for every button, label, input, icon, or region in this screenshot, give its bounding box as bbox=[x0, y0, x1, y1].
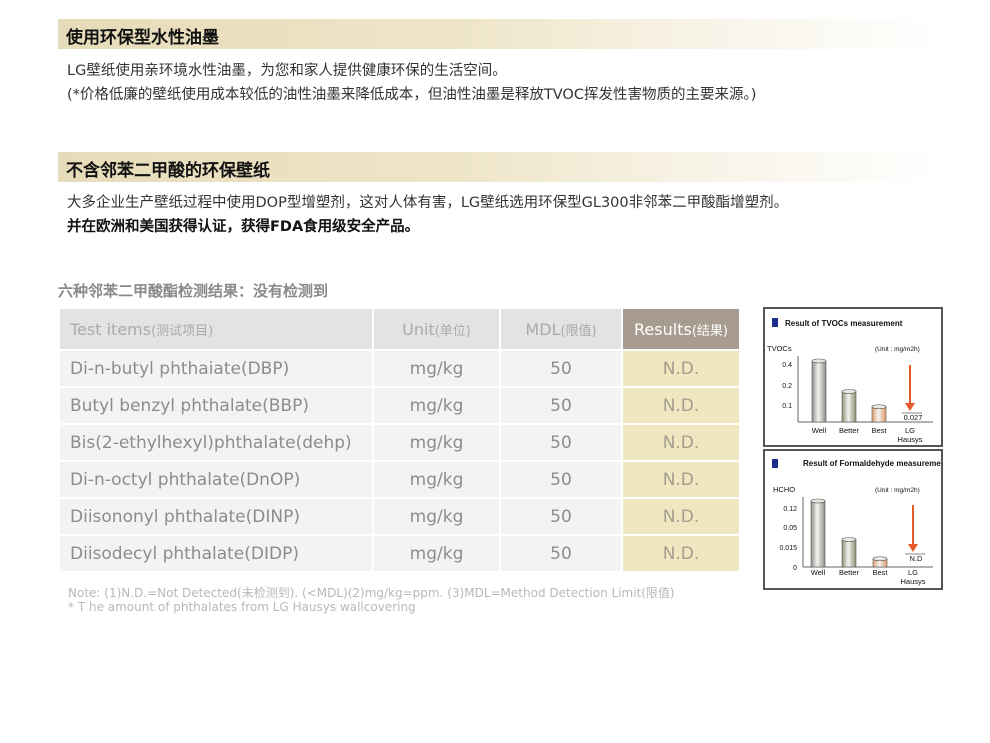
x-tick-label: Best bbox=[872, 568, 888, 577]
cell-mdl: 50 bbox=[499, 534, 623, 573]
cell-item: Di-n-butyl phthaiate(DBP) bbox=[58, 349, 374, 388]
cell-item: Diisononyl phthalate(DINP) bbox=[58, 497, 374, 536]
cell-result: N.D. bbox=[621, 534, 741, 573]
cell-unit: mg/kg bbox=[372, 349, 501, 388]
table-row: Diisodecyl phthalate(DIDP) mg/kg 50 N.D. bbox=[58, 534, 741, 573]
formaldehyde-chart-svg: Result of Formaldehyde measurement HCHO … bbox=[772, 459, 941, 586]
chart-title-marker bbox=[772, 459, 778, 468]
cell-item: Diisodecyl phthalate(DIDP) bbox=[58, 534, 374, 573]
bar bbox=[841, 539, 857, 568]
chart-title: Result of Formaldehyde measurement bbox=[803, 459, 941, 468]
cell-unit: mg/kg bbox=[372, 497, 501, 536]
cell-mdl: 50 bbox=[499, 423, 623, 462]
cell-unit: mg/kg bbox=[372, 386, 501, 425]
y-tick-label: 0.12 bbox=[783, 506, 797, 513]
cell-result: N.D. bbox=[621, 497, 741, 536]
bar-cap bbox=[872, 556, 888, 562]
y-tick-label: 0.05 bbox=[783, 525, 797, 532]
cell-result: N.D. bbox=[621, 349, 741, 388]
x-tick-label: Hausys bbox=[897, 435, 922, 444]
section-header-phthalate-free: 不含邻苯二甲酸的环保壁纸 bbox=[58, 152, 940, 182]
cell-unit: mg/kg bbox=[372, 460, 501, 499]
table-title: 六种邻苯二甲酸酯检测结果：没有检测到 bbox=[58, 282, 329, 300]
y-axis-label: TVOCs bbox=[767, 344, 792, 353]
chart-title: Result of TVOCs measurement bbox=[785, 319, 903, 328]
y-tick-label: 0.2 bbox=[782, 383, 792, 390]
table-footnote: * T he amount of phthalates from LG Haus… bbox=[68, 600, 416, 614]
cell-mdl: 50 bbox=[499, 460, 623, 499]
bar bbox=[811, 360, 827, 423]
bar-cap bbox=[871, 404, 887, 410]
x-tick-label: Well bbox=[811, 568, 826, 577]
table-row: Di-n-butyl phthaiate(DBP) mg/kg 50 N.D. bbox=[58, 349, 741, 388]
lg-value-label: N.D bbox=[910, 554, 924, 563]
section-header-water-ink: 使用环保型水性油墨 bbox=[58, 19, 940, 49]
cell-item: Di-n-octyl phthalate(DnOP) bbox=[58, 460, 374, 499]
x-tick-label: Better bbox=[839, 568, 860, 577]
cell-item: Bis(2-ethylhexyl)phthalate(dehp) bbox=[58, 423, 374, 462]
chart-title-marker bbox=[772, 318, 778, 327]
x-tick-label: LG bbox=[905, 426, 915, 435]
table-row: Bis(2-ethylhexyl)phthalate(dehp) mg/kg 5… bbox=[58, 423, 741, 462]
tvoc-chart-svg: Result of TVOCs measurement TVOCs (Unit … bbox=[767, 318, 933, 444]
y-tick-label: 0.015 bbox=[779, 545, 797, 552]
y-tick-label: 0.4 bbox=[782, 362, 792, 369]
section-title: 使用环保型水性油墨 bbox=[66, 28, 219, 48]
x-tick-label: LG bbox=[908, 568, 918, 577]
y-tick-label: 0 bbox=[793, 565, 797, 572]
cell-unit: mg/kg bbox=[372, 423, 501, 462]
section-title: 不含邻苯二甲酸的环保壁纸 bbox=[66, 161, 270, 181]
cell-unit: mg/kg bbox=[372, 534, 501, 573]
x-tick-label: Hausys bbox=[900, 577, 925, 586]
paragraph-line-bold: 并在欧洲和美国获得认证，获得FDA食用级安全产品。 bbox=[67, 219, 420, 235]
x-tick-label: Well bbox=[812, 426, 827, 435]
lg-value-label: 0.027 bbox=[904, 413, 923, 422]
formaldehyde-chart: Result of Formaldehyde measurement HCHO … bbox=[763, 449, 943, 590]
table-header-row: Test items(测试项目) Unit(单位) MDL(限值) Result… bbox=[58, 307, 741, 351]
results-table: Test items(测试项目) Unit(单位) MDL(限值) Result… bbox=[58, 307, 741, 573]
cell-result: N.D. bbox=[621, 423, 741, 462]
table-note: Note: (1)N.D.=Not Detected(未检测到). (<MDL)… bbox=[68, 586, 675, 600]
lg-arrow-head bbox=[908, 544, 918, 552]
y-axis-label: HCHO bbox=[773, 485, 795, 494]
table-row: Butyl benzyl phthalate(BBP) mg/kg 50 N.D… bbox=[58, 386, 741, 425]
paragraph-line: 大多企业生产壁纸过程中使用DOP型增塑剂，这对人体有害，LG壁纸选用环保型GL3… bbox=[67, 195, 789, 211]
table-row: Di-n-octyl phthalate(DnOP) mg/kg 50 N.D. bbox=[58, 460, 741, 499]
lg-arrow-head bbox=[905, 403, 915, 411]
cell-result: N.D. bbox=[621, 386, 741, 425]
table-row: Diisononyl phthalate(DINP) mg/kg 50 N.D. bbox=[58, 497, 741, 536]
cell-mdl: 50 bbox=[499, 349, 623, 388]
bar bbox=[841, 391, 857, 423]
tvoc-chart: Result of TVOCs measurement TVOCs (Unit … bbox=[763, 307, 943, 447]
header-results: Results(结果) bbox=[621, 307, 741, 351]
cell-mdl: 50 bbox=[499, 386, 623, 425]
x-tick-label: Best bbox=[871, 426, 887, 435]
header-test-items: Test items(测试项目) bbox=[58, 307, 374, 351]
bar bbox=[810, 500, 826, 568]
header-mdl: MDL(限值) bbox=[499, 307, 623, 351]
bar-cap bbox=[811, 358, 827, 364]
paragraph-line: LG壁纸使用亲环境水性油墨，为您和家人提供健康环保的生活空间。 bbox=[67, 63, 507, 79]
y-tick-label: 0.1 bbox=[782, 403, 792, 410]
cell-mdl: 50 bbox=[499, 497, 623, 536]
unit-label: (Unit : mg/m2h) bbox=[875, 346, 920, 353]
cell-item: Butyl benzyl phthalate(BBP) bbox=[58, 386, 374, 425]
bar-cap bbox=[810, 498, 826, 504]
unit-label: (Unit : mg/m2h) bbox=[875, 487, 920, 494]
x-tick-label: Better bbox=[839, 426, 860, 435]
cell-result: N.D. bbox=[621, 460, 741, 499]
paragraph-line: (*价格低廉的壁纸使用成本较低的油性油墨来降低成本，但油性油墨是释放TVOC挥发… bbox=[67, 87, 757, 103]
bar-cap bbox=[841, 537, 857, 542]
header-unit: Unit(单位) bbox=[372, 307, 501, 351]
bar-cap bbox=[841, 389, 857, 394]
